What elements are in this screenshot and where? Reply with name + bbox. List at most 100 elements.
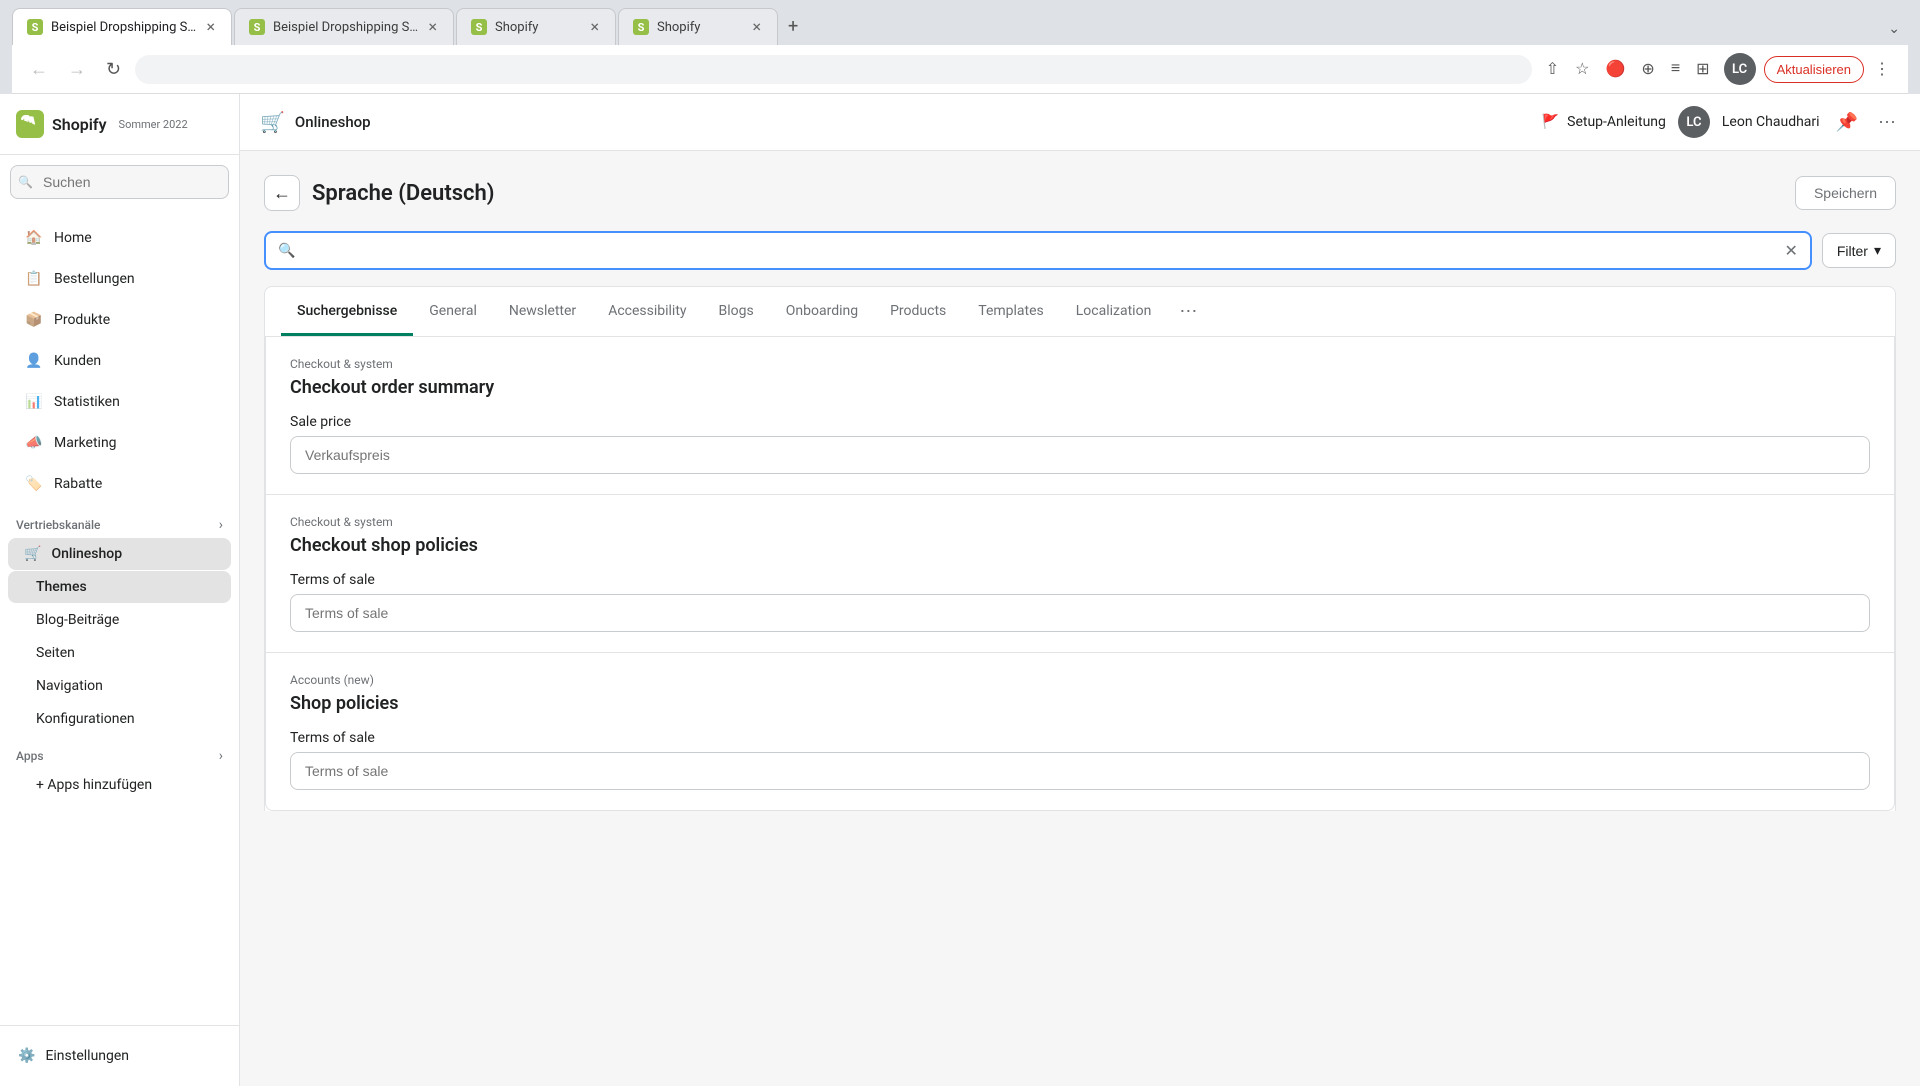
sidebar-item-label-blog: Blog-Beiträge [36,612,119,628]
sidebar-item-analytics[interactable]: 📊 Statistiken [8,382,231,422]
tab-close-4[interactable]: × [750,17,763,37]
field-input-terms-1[interactable] [290,594,1870,632]
tab-localization[interactable]: Localization [1060,289,1168,336]
sidebar-item-navigation[interactable]: Navigation [8,670,231,702]
browser-user-avatar[interactable]: LC [1724,53,1756,85]
tab-onboarding[interactable]: Onboarding [770,289,874,336]
field-label-terms-2: Terms of sale [290,730,1870,746]
sidebar-nav: 🏠 Home 📋 Bestellungen 📦 Produkte 👤 Kunde… [0,209,239,1025]
sidebar-item-blog[interactable]: Blog-Beiträge [8,604,231,636]
extension-btn-4[interactable]: ⊞ [1690,53,1715,85]
section-category-2: Checkout & system [290,515,1870,529]
share-button[interactable]: ⇧ [1540,53,1565,85]
discounts-icon: 🏷️ [24,474,44,494]
tab-accessibility[interactable]: Accessibility [592,289,702,336]
browser-tab-1[interactable]: S Beispiel Dropshipping Store · ... × [12,8,232,45]
home-icon: 🏠 [24,228,44,248]
sidebar-item-home[interactable]: 🏠 Home [8,218,231,258]
analytics-icon: 📊 [24,392,44,412]
sidebar-item-label-home: Home [54,230,92,246]
sidebar-item-products[interactable]: 📦 Produkte [8,300,231,340]
sidebar-item-configurations[interactable]: Konfigurationen [8,703,231,735]
content-search-input[interactable]: sale [303,243,1776,259]
sidebar-item-orders[interactable]: 📋 Bestellungen [8,259,231,299]
field-input-terms-2[interactable] [290,752,1870,790]
filter-label: Filter [1837,243,1868,259]
sidebar-item-onlineshop[interactable]: 🛒 Onlineshop [8,538,231,570]
bookmark-button[interactable]: ☆ [1569,53,1595,85]
sidebar-item-label-discounts: Rabatte [54,476,102,492]
sidebar-item-pages[interactable]: Seiten [8,637,231,669]
sidebar-item-themes[interactable]: Themes [8,571,231,603]
browser-tab-3[interactable]: S Shopify × [456,8,616,45]
tab-close-3[interactable]: × [588,17,601,37]
top-bar: 🛒 Onlineshop 🚩 Setup-Anleitung LC Leon C… [240,94,1920,151]
tab-templates[interactable]: Templates [962,289,1060,336]
sidebar-item-marketing[interactable]: 📣 Marketing [8,423,231,463]
url-input[interactable]: beispiel-dropshipping-store.myshopify.co… [152,62,1515,77]
sidebar-item-label-analytics: Statistiken [54,394,120,410]
tab-products[interactable]: Products [874,289,962,336]
apps-expand-icon[interactable]: › [219,748,223,764]
tab-list-button[interactable]: ⌄ [1880,13,1908,45]
shopify-svg [21,115,39,133]
search-filter-row: 🔍 sale ✕ Filter ▾ [264,231,1896,270]
user-name[interactable]: Leon Chaudhari [1722,114,1820,130]
sidebar-item-label-marketing: Marketing [54,435,117,451]
section-checkout-shop-policies: Checkout & system Checkout shop policies… [266,495,1894,653]
sidebar-item-label-customers: Kunden [54,353,101,369]
search-clear-icon[interactable]: ✕ [1784,241,1797,260]
section-category-3: Accounts (new) [290,673,1870,687]
extension-btn-2[interactable]: ⊕ [1635,53,1660,85]
tab-blogs[interactable]: Blogs [703,289,770,336]
browser-actions: ⇧ ☆ 🔴 ⊕ ≡ ⊞ LC Aktualisieren ⋮ [1540,53,1896,85]
sales-channels-label: Vertriebskanäle [16,518,100,532]
pin-button[interactable]: 📌 [1832,108,1862,137]
tab-general[interactable]: General [413,289,493,336]
tab-close-2[interactable]: × [426,17,439,37]
new-tab-button[interactable]: + [780,8,806,45]
address-bar[interactable]: beispiel-dropshipping-store.myshopify.co… [135,55,1532,84]
tabs-row-content: Suchergebnisse General Newsletter Access… [265,287,1895,337]
reload-button[interactable]: ↻ [100,55,127,84]
sidebar-item-settings[interactable]: ⚙️ Einstellungen [8,1038,231,1074]
browser-menu-button[interactable]: ⋮ [1868,53,1896,85]
tab-title-4: Shopify [657,20,742,35]
sidebar-item-customers[interactable]: 👤 Kunden [8,341,231,381]
setup-guide-button[interactable]: 🚩 Setup-Anleitung [1542,114,1666,130]
tabs-more-button[interactable]: ⋯ [1171,287,1205,336]
page-header-left: ← Sprache (Deutsch) [264,175,494,211]
top-bar-store-name: Onlineshop [295,113,371,131]
field-input-sale-price[interactable] [290,436,1870,474]
setup-flag-icon: 🚩 [1542,114,1559,130]
more-options-button[interactable]: ⋯ [1874,108,1900,137]
back-nav-button[interactable]: ← [24,55,54,84]
tab-close-1[interactable]: × [204,17,217,37]
filter-button[interactable]: Filter ▾ [1822,233,1896,268]
sidebar-search-input[interactable] [10,165,229,199]
browser-tab-4[interactable]: S Shopify × [618,8,778,45]
browser-tab-2[interactable]: S Beispiel Dropshipping Store × [234,8,454,45]
tab-favicon-3: S [471,19,487,35]
tab-newsletter[interactable]: Newsletter [493,289,592,336]
sidebar-item-discounts[interactable]: 🏷️ Rabatte [8,464,231,504]
back-button[interactable]: ← [264,175,300,211]
sidebar-header: Shopify Sommer 2022 [0,94,239,155]
browser-chrome: S Beispiel Dropshipping Store · ... × S … [0,0,1920,94]
update-button[interactable]: Aktualisieren [1764,56,1864,83]
sidebar-item-label-themes: Themes [36,579,87,595]
add-apps-button[interactable]: + Apps hinzufügen [8,769,231,801]
sidebar-search-wrapper [10,165,229,199]
content-body: Checkout & system Checkout order summary… [265,337,1895,811]
save-button[interactable]: Speichern [1795,176,1896,210]
forward-nav-button[interactable]: → [62,55,92,84]
apps-add-label: + Apps hinzufügen [36,777,152,793]
sales-channels-expand-icon[interactable]: › [219,517,223,533]
extension-btn-3[interactable]: ≡ [1665,54,1686,84]
apps-header: Apps › [0,736,239,768]
extension-btn-1[interactable]: 🔴 [1599,53,1631,85]
user-avatar[interactable]: LC [1678,106,1710,138]
tab-search-results[interactable]: Suchergebnisse [281,289,413,336]
tab-favicon-2: S [249,19,265,35]
products-icon: 📦 [24,310,44,330]
